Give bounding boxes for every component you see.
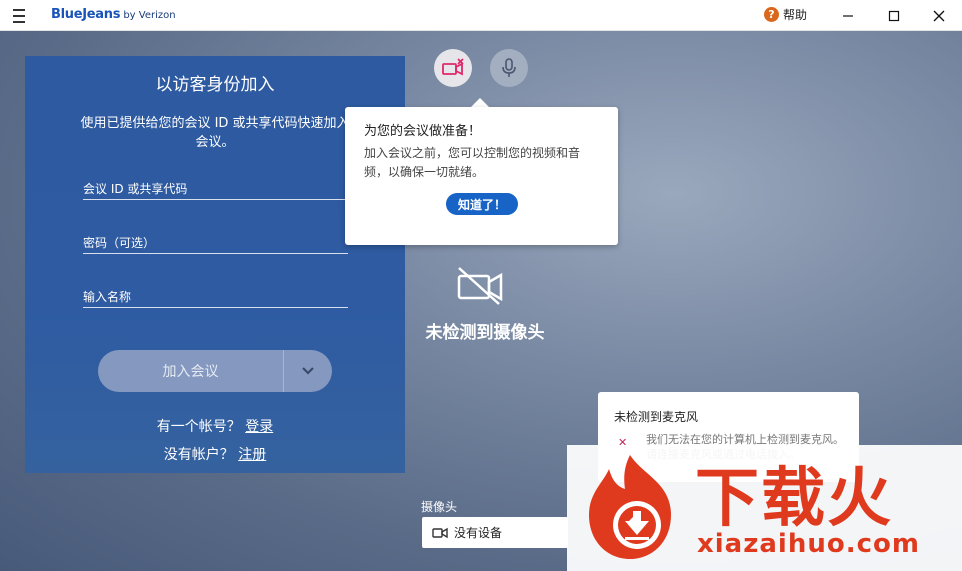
tooltip-title: 为您的会议做准备！ — [364, 124, 482, 139]
join-options-dropdown[interactable] — [284, 350, 332, 392]
help-button[interactable]: ? 帮助 — [764, 6, 807, 23]
join-meeting-button[interactable]: 加入会议 — [98, 350, 284, 392]
menu-icon[interactable] — [13, 9, 31, 23]
no-camera-text: 未检测到摄像头 — [425, 323, 545, 343]
brand-name: BlueJeans — [51, 7, 121, 22]
camera-off-icon — [442, 58, 464, 76]
camera-label: 摄像头 — [421, 500, 458, 514]
got-it-button[interactable]: 知道了！ — [446, 193, 518, 215]
meeting-id-field[interactable]: 会议 ID 或共享代码 — [83, 176, 348, 200]
panel-title: 以访客身份加入 — [155, 75, 275, 95]
tooltip-body: 加入会议之前，您可以控制您的视频和音频，以确保一切就绪。 — [364, 146, 581, 179]
app-logo: BlueJeans by Verizon — [51, 7, 176, 22]
maximize-icon — [888, 10, 900, 21]
watermark: 下载火 xiazaihuo.com — [567, 445, 962, 571]
minimize-button[interactable] — [825, 0, 871, 31]
title-bar: BlueJeans by Verizon ? 帮助 — [0, 0, 962, 31]
maximize-button[interactable] — [871, 0, 917, 31]
help-icon: ? — [764, 7, 779, 22]
register-row: 没有帐户？ 注册 — [25, 444, 405, 464]
close-icon — [933, 10, 945, 21]
close-button[interactable] — [916, 0, 962, 31]
have-account-text: 有一个帐号？ — [156, 419, 241, 435]
login-link[interactable]: 登录 — [245, 419, 273, 435]
panel-description: 使用已提供给您的会议 ID 或共享代码快速加入会议。 — [80, 116, 350, 150]
brand-by: by Verizon — [120, 10, 176, 21]
no-account-text: 没有帐户？ — [163, 447, 234, 463]
microphone-toggle-button[interactable] — [490, 49, 528, 87]
camera-select-value: 没有设备 — [454, 526, 503, 540]
no-camera-icon — [457, 267, 503, 305]
camera-icon — [432, 527, 448, 538]
register-link[interactable]: 注册 — [238, 447, 266, 463]
camera-toggle-button[interactable] — [434, 49, 472, 87]
watermark-url: xiazaihuo.com — [697, 529, 920, 559]
help-label: 帮助 — [783, 8, 808, 22]
camera-select[interactable]: 没有设备 — [422, 517, 568, 548]
watermark-title: 下载火 — [695, 462, 893, 536]
login-row: 有一个帐号？ 登录 — [25, 416, 405, 436]
chevron-down-icon — [302, 367, 314, 375]
setup-tooltip: 为您的会议做准备！ 加入会议之前，您可以控制您的视频和音频，以确保一切就绪。 知… — [345, 107, 618, 245]
minimize-icon — [843, 14, 853, 17]
microphone-icon — [502, 58, 516, 77]
join-button-group: 加入会议 — [98, 350, 332, 392]
name-field[interactable]: 输入名称 — [83, 284, 348, 308]
fire-logo-icon — [589, 455, 671, 559]
passcode-field[interactable]: 密码（可选） — [83, 230, 348, 254]
mic-popup-title: 未检测到麦克风 — [614, 410, 699, 424]
